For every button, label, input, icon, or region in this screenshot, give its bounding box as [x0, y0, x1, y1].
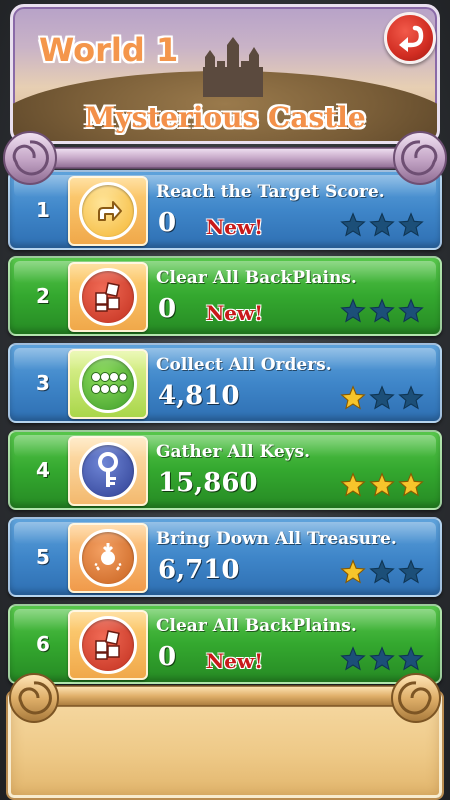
back-arrow-icon	[399, 25, 424, 52]
level-number: 2	[36, 284, 50, 308]
level-goal: Gather All Keys.	[156, 442, 311, 462]
star-earned-icon	[340, 559, 366, 584]
goal-icon-frame	[68, 610, 148, 680]
star-earned-icon	[398, 472, 424, 497]
level-number: 4	[36, 458, 50, 482]
level-goal: Clear All BackPlains.	[156, 268, 357, 288]
star-empty-icon	[398, 298, 424, 323]
tiles-icon	[79, 268, 137, 326]
level-score: 0	[158, 642, 177, 672]
level-goal: Clear All BackPlains.	[156, 616, 357, 636]
world-header: World 1 Mysterious Castle	[10, 4, 440, 144]
goal-icon-frame	[68, 262, 148, 332]
star-empty-icon	[398, 646, 424, 671]
star-empty-icon	[340, 646, 366, 671]
top-scroll-rod	[3, 131, 447, 185]
level-row-3[interactable]: 3 Collect All Orders. 4,810	[8, 343, 442, 423]
level-score: 4,810	[158, 381, 240, 411]
level-score: 15,860	[158, 468, 258, 498]
star-empty-icon	[369, 212, 395, 237]
star-earned-icon	[369, 472, 395, 497]
level-row-4[interactable]: 4 Gather All Keys. 15,860	[8, 430, 442, 510]
star-earned-icon	[340, 385, 366, 410]
star-rating	[340, 298, 430, 328]
level-number: 5	[36, 545, 50, 569]
level-row-5[interactable]: 5 Bring Down All Treasure. 6,710	[8, 517, 442, 597]
level-goal: Bring Down All Treasure.	[156, 529, 397, 549]
treasure-icon	[79, 529, 137, 587]
goal-icon-frame	[68, 349, 148, 419]
star-empty-icon	[340, 212, 366, 237]
star-rating	[340, 212, 430, 242]
level-score: 0	[158, 294, 177, 324]
world-title: World 1	[39, 31, 179, 69]
new-badge: New!	[206, 215, 264, 239]
castle-illustration	[203, 37, 263, 97]
new-badge: New!	[206, 301, 264, 325]
bottom-scroll-rod	[9, 673, 441, 723]
arrow-up-right-icon	[79, 182, 137, 240]
level-goal: Collect All Orders.	[156, 355, 332, 375]
key-icon	[79, 442, 137, 500]
goal-icon-frame	[68, 523, 148, 593]
orders-dots-icon	[79, 355, 137, 413]
star-empty-icon	[398, 212, 424, 237]
back-button[interactable]	[384, 12, 436, 64]
star-rating	[340, 472, 430, 502]
level-number: 6	[36, 632, 50, 656]
level-number: 3	[36, 371, 50, 395]
new-badge: New!	[206, 649, 264, 673]
star-empty-icon	[340, 298, 366, 323]
star-empty-icon	[369, 559, 395, 584]
level-select-screen: 1 Reach the Target Score. 0 New! 2 Clear…	[0, 0, 450, 800]
level-row-2[interactable]: 2 Clear All BackPlains. 0 New!	[8, 256, 442, 336]
star-empty-icon	[369, 385, 395, 410]
tiles-icon	[79, 616, 137, 674]
star-rating	[340, 559, 430, 589]
star-empty-icon	[398, 385, 424, 410]
level-score: 0	[158, 208, 177, 238]
star-empty-icon	[369, 646, 395, 671]
goal-icon-frame	[68, 436, 148, 506]
star-empty-icon	[398, 559, 424, 584]
bottom-parchment-panel	[0, 672, 450, 800]
star-empty-icon	[369, 298, 395, 323]
star-earned-icon	[340, 472, 366, 497]
level-score: 6,710	[158, 555, 240, 585]
star-rating	[340, 385, 430, 415]
